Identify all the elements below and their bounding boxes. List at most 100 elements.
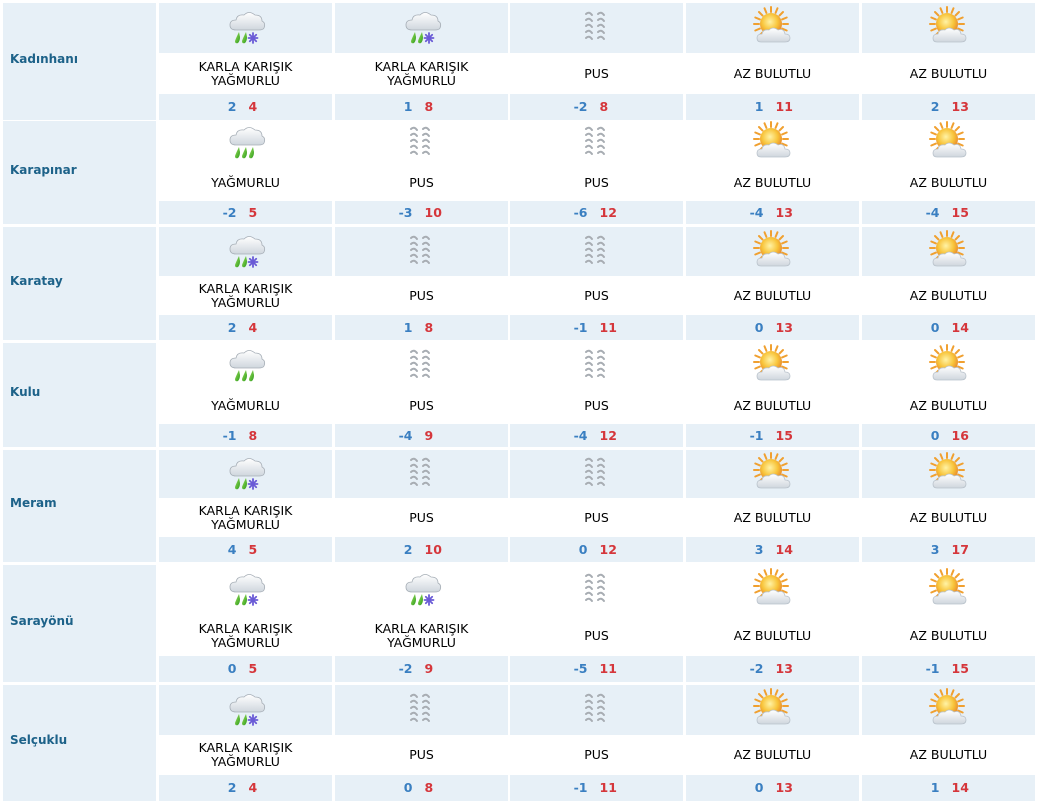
temperature-range: 18 <box>335 94 508 120</box>
temperature-range: 1 11 <box>686 94 859 120</box>
city-cell: Sarayönü <box>3 565 156 682</box>
min-temp: 3 <box>754 542 764 557</box>
forecast-cell: KARLA KARIŞIK YAĞMURLU 4 5 <box>159 450 332 562</box>
max-temp: 5 <box>248 661 258 676</box>
forecast-cell: PUS -3 10 <box>335 121 508 224</box>
temperature-range: -4 15 <box>862 201 1035 224</box>
max-temp: 10 <box>424 542 442 557</box>
forecast-cell: PUS 0 12 <box>510 450 683 562</box>
forecast-cell: KARLA KARIŞIK YAĞMURLU -2 9 <box>335 565 508 682</box>
description-line: KARLA KARIŞIK <box>198 740 293 755</box>
max-temp: 11 <box>599 661 617 676</box>
weather-description: PUS <box>510 617 683 654</box>
weather-description: PUS <box>510 278 683 313</box>
temperature-range: -2 5 <box>159 201 332 224</box>
weather-description: PUS <box>510 737 683 773</box>
min-temp: -4 <box>398 428 413 443</box>
city-name: Meram <box>10 496 57 510</box>
forecast-cell: AZ BULUTLU -2 13 <box>686 565 859 682</box>
description-line: PUS <box>584 627 609 643</box>
rain-icon <box>159 121 332 165</box>
sleet-icon <box>159 3 332 53</box>
temperature-range: 24 <box>159 94 332 120</box>
min-temp: -4 <box>573 428 588 443</box>
max-temp: 11 <box>599 780 617 795</box>
max-temp: 15 <box>951 661 969 676</box>
forecast-cell: PUS 2 10 <box>335 450 508 562</box>
city-cell: Meram <box>3 450 156 562</box>
description-line: PUS <box>409 509 434 525</box>
forecast-cell: AZ BULUTLU 0 13 <box>686 227 859 340</box>
min-temp: -2 <box>398 661 413 676</box>
partly-cloudy-icon <box>862 3 1035 53</box>
city-cell: Karatay <box>3 227 156 340</box>
description-line: AZ BULUTLU <box>909 627 988 643</box>
city-name: Karatay <box>10 273 63 288</box>
description-line: AZ BULUTLU <box>733 175 812 190</box>
max-temp: 10 <box>424 205 442 220</box>
weather-description: AZ BULUTLU <box>862 390 1035 422</box>
weather-description: PUS <box>510 500 683 535</box>
sleet-icon <box>159 565 332 615</box>
description-line: PUS <box>584 509 609 525</box>
max-temp: 4 <box>248 780 258 795</box>
description-line: KARLA KARIŞIK <box>198 620 293 636</box>
partly-cloudy-icon <box>862 450 1035 498</box>
min-temp: 0 <box>754 320 764 335</box>
weather-description: AZ BULUTLU <box>862 55 1035 92</box>
description-line: YAĞMURLU <box>211 634 280 650</box>
fog-icon <box>510 3 683 53</box>
partly-cloudy-icon <box>686 121 859 165</box>
max-temp: 16 <box>951 428 969 443</box>
forecast-cell: KARLA KARIŞIK YAĞMURLU 0 5 <box>159 565 332 682</box>
weather-description: KARLA KARIŞIK YAĞMURLU <box>159 500 332 535</box>
forecast-cell: PUS -6 12 <box>510 121 683 224</box>
forecast-cell: AZ BULUTLU 3 14 <box>686 450 859 562</box>
description-line: AZ BULUTLU <box>733 627 812 643</box>
temperature-range: 0 13 <box>686 775 859 801</box>
weather-description: AZ BULUTLU <box>862 167 1035 199</box>
min-temp: 0 <box>403 780 413 795</box>
forecast-cell: PUS -4 9 <box>335 343 508 447</box>
max-temp: 8 <box>424 320 434 335</box>
description-line: PUS <box>584 747 609 762</box>
forecast-cell: PUS 0 8 <box>335 685 508 801</box>
description-line: AZ BULUTLU <box>733 398 812 413</box>
max-temp: 15 <box>951 205 969 220</box>
description-line: YAĞMURLU <box>211 175 280 190</box>
weather-description: KARLA KARIŞIK YAĞMURLU <box>335 617 508 654</box>
fog-icon <box>510 121 683 165</box>
fog-icon <box>335 685 508 735</box>
min-temp: -4 <box>749 205 764 220</box>
description-line: YAĞMURLU <box>211 516 280 532</box>
max-temp: 13 <box>775 661 793 676</box>
weather-description: AZ BULUTLU <box>686 278 859 313</box>
city-name: Kadınhanı <box>10 51 78 66</box>
temperature-range: -6 12 <box>510 201 683 224</box>
description-line: YAĞMURLU <box>211 754 280 769</box>
min-temp: -1 <box>222 428 237 443</box>
min-temp: -1 <box>573 780 588 795</box>
min-temp: 0 <box>578 542 588 557</box>
weather-description: KARLA KARIŞIK YAĞMURLU <box>159 55 332 92</box>
max-temp: 8 <box>424 780 434 795</box>
temperature-range: 3 14 <box>686 537 859 562</box>
description-line: AZ BULUTLU <box>909 398 988 413</box>
min-temp: 1 <box>754 99 764 114</box>
min-temp: 2 <box>227 780 237 795</box>
partly-cloudy-icon <box>862 565 1035 615</box>
temperature-range: 0 16 <box>862 424 1035 447</box>
temperature-range: -2 9 <box>335 656 508 682</box>
min-temp: -2 <box>573 99 588 114</box>
description-line: KARLA KARIŞIK <box>198 58 293 74</box>
fog-icon <box>335 450 508 498</box>
max-temp: 8 <box>248 428 258 443</box>
weather-description: YAĞMURLU <box>159 167 332 199</box>
temperature-range: -1 8 <box>159 424 332 447</box>
city-cell: Kadınhanı <box>3 3 156 120</box>
temperature-range: 05 <box>159 656 332 682</box>
description-line: AZ BULUTLU <box>733 509 812 525</box>
partly-cloudy-icon <box>686 450 859 498</box>
description-line: PUS <box>409 287 434 303</box>
max-temp: 13 <box>951 99 969 114</box>
